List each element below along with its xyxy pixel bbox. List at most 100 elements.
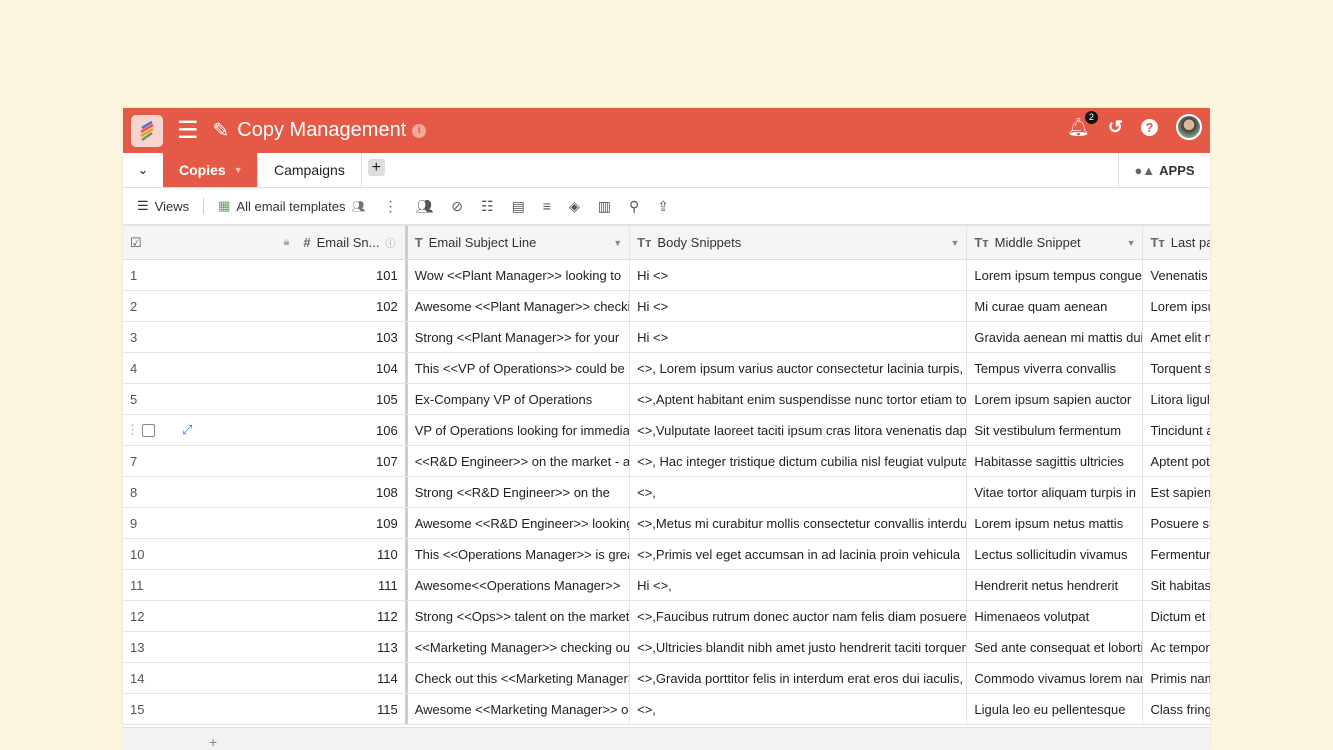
table-row[interactable]: 15 115 Awesome <<Marketing Manager>> on <>,…	[123, 694, 1210, 725]
row-details-icon[interactable]: ▤	[512, 198, 525, 215]
snippet-number-cell[interactable]: 114	[296, 663, 408, 693]
column-header-subject[interactable]: T Email Subject Line ▼	[408, 226, 631, 259]
subject-cell[interactable]: Awesome <<Plant Manager>> checking	[408, 291, 631, 321]
table-row[interactable]: 11 111 Awesome<<Operations Manager>> Hi <>,…	[123, 570, 1210, 601]
notifications-button[interactable]: 🔔︎ 2	[1067, 110, 1098, 138]
expand-row-icon[interactable]: ⤢	[182, 422, 192, 438]
hide-fields-icon[interactable]: ⊘	[451, 198, 463, 215]
table-row[interactable]: 8 108 Strong <<R&D Engineer>> on the <>, Vit…	[123, 477, 1210, 508]
last-cell[interactable]: Tincidunt a	[1143, 415, 1210, 445]
last-cell[interactable]: Class fringi	[1143, 694, 1210, 724]
tab-copies[interactable]: Copies ▼	[163, 153, 258, 187]
drag-handle-icon[interactable]: ⋮	[126, 422, 139, 438]
search-icon[interactable]: ⚲	[629, 198, 639, 215]
snippet-number-cell[interactable]: 113	[296, 632, 408, 662]
subject-cell[interactable]: This <<VP of Operations>> could be a	[408, 353, 631, 383]
row-checkbox[interactable]	[142, 423, 155, 437]
snippet-number-cell[interactable]: 105	[296, 384, 408, 414]
subject-cell[interactable]: Strong <<Plant Manager>> for your	[408, 322, 631, 352]
table-row[interactable]: 12 112 Strong <<Ops>> talent on the market…	[123, 601, 1210, 632]
table-row[interactable]: 3 103 Strong <<Plant Manager>> for your Hi …	[123, 322, 1210, 353]
middle-cell[interactable]: Himenaeos volutpat	[967, 601, 1144, 631]
last-cell[interactable]: Litora ligula	[1143, 384, 1210, 414]
body-cell[interactable]: <>,Faucibus rutrum donec auctor nam feli…	[630, 601, 968, 631]
subject-cell[interactable]: Wow <<Plant Manager>> looking to	[408, 260, 631, 290]
snippet-number-cell[interactable]: 112	[296, 601, 408, 631]
column-header-middle[interactable]: Tт Middle Snippet ▼	[967, 226, 1144, 259]
body-cell[interactable]: <>, Hac integer tristique dictum cubilia…	[630, 446, 968, 476]
subject-cell[interactable]: Ex-Company VP of Operations	[408, 384, 631, 414]
snippet-number-cell[interactable]: 102	[296, 291, 408, 321]
middle-cell[interactable]: Tempus viverra convallis	[967, 353, 1144, 383]
middle-cell[interactable]: Lectus sollicitudin vivamus	[967, 539, 1144, 569]
snippet-number-cell[interactable]: 111	[296, 570, 408, 600]
body-cell[interactable]: <>,	[630, 694, 968, 724]
last-cell[interactable]: Primis nam	[1143, 663, 1210, 693]
table-row[interactable]: ⋮ ⤢ 106 VP of Operations looking for immedi…	[123, 415, 1210, 446]
views-button[interactable]: ☰ Views	[137, 198, 189, 214]
middle-cell[interactable]: Vitae tortor aliquam turpis in	[967, 477, 1144, 507]
middle-cell[interactable]: Gravida aenean mi mattis duis	[967, 322, 1144, 352]
subject-cell[interactable]: This <<Operations Manager>> is great	[408, 539, 631, 569]
caret-down-icon[interactable]: ▼	[613, 238, 622, 248]
table-row[interactable]: 7 107 <<R&D Engineer>> on the market - are…	[123, 446, 1210, 477]
snippet-number-cell[interactable]: 108	[296, 477, 408, 507]
last-cell[interactable]: Torquent si	[1143, 353, 1210, 383]
middle-cell[interactable]: Habitasse sagittis ultricies	[967, 446, 1144, 476]
middle-cell[interactable]: Lorem ipsum netus mattis	[967, 508, 1144, 538]
table-row[interactable]: 5 105 Ex-Company VP of Operations <>,Aptent…	[123, 384, 1210, 415]
column-header-email-snippet[interactable]: # Email Sn... ⓘ	[296, 226, 408, 259]
help-icon[interactable]: ?	[1141, 118, 1158, 136]
last-cell[interactable]: Est sapien s	[1143, 477, 1210, 507]
column-header-body[interactable]: Tт Body Snippets ▼	[630, 226, 968, 259]
chevron-down-icon[interactable]: ⌄	[123, 153, 163, 187]
table-row[interactable]: 9 109 Awesome <<R&D Engineer>> looking to <…	[123, 508, 1210, 539]
share-people-icon[interactable]: 👥︎	[415, 198, 433, 215]
body-cell[interactable]: Hi <>,	[630, 570, 968, 600]
snippet-number-cell[interactable]: 101	[296, 260, 408, 290]
body-cell[interactable]: Hi <>	[630, 322, 968, 352]
info-icon[interactable]: i	[412, 123, 427, 138]
column-header-last[interactable]: Tт Last pa	[1143, 226, 1210, 259]
body-cell[interactable]: Hi <>	[630, 260, 968, 290]
last-cell[interactable]: Venenatis p	[1143, 260, 1210, 290]
snippet-number-cell[interactable]: 107	[296, 446, 408, 476]
subject-cell[interactable]: VP of Operations looking for immediate	[408, 415, 631, 445]
body-cell[interactable]: <>,Ultricies blandit nibh amet justo hen…	[630, 632, 968, 662]
menu-icon[interactable]: ☰	[177, 116, 199, 145]
body-cell[interactable]: <>,Primis vel eget accumsan in ad lacini…	[630, 539, 968, 569]
color-fill-icon[interactable]: ◈	[569, 198, 580, 215]
row-height-icon[interactable]: ▥	[598, 198, 611, 215]
body-cell[interactable]: Hi <>	[630, 291, 968, 321]
subject-cell[interactable]: Awesome<<Operations Manager>>	[408, 570, 631, 600]
middle-cell[interactable]: Lorem ipsum tempus congue	[967, 260, 1144, 290]
apps-button[interactable]: ●▲ APPS	[1118, 153, 1210, 187]
more-options-icon[interactable]: ⋮	[383, 198, 397, 215]
table-row[interactable]: 13 113 <<Marketing Manager>> checking out <…	[123, 632, 1210, 663]
middle-cell[interactable]: Sit vestibulum fermentum	[967, 415, 1144, 445]
middle-cell[interactable]: Ligula leo eu pellentesque	[967, 694, 1144, 724]
body-cell[interactable]: <>,Vulputate laoreet taciti ipsum cras l…	[630, 415, 968, 445]
snippet-number-cell[interactable]: 106	[296, 415, 408, 445]
edit-icon[interactable]: ✎	[213, 118, 230, 143]
snippet-number-cell[interactable]: 115	[296, 694, 408, 724]
snippet-number-cell[interactable]: 109	[296, 508, 408, 538]
history-icon[interactable]: ↺	[1108, 117, 1123, 138]
table-row[interactable]: 2 102 Awesome <<Plant Manager>> checking Hi…	[123, 291, 1210, 322]
tab-campaigns[interactable]: Campaigns	[258, 153, 362, 187]
filter-icon[interactable]: ≡	[543, 198, 551, 214]
body-cell[interactable]: <>, Lorem ipsum varius auctor consectetu…	[630, 353, 968, 383]
select-all-checkbox[interactable]: ☑	[130, 235, 142, 251]
caret-down-icon[interactable]: ▼	[1127, 238, 1136, 248]
caret-down-icon[interactable]: ▼	[234, 165, 243, 175]
table-row[interactable]: 4 104 This <<VP of Operations>> could be a…	[123, 353, 1210, 384]
body-cell[interactable]: <>,	[630, 477, 968, 507]
table-row[interactable]: 1 101 Wow <<Plant Manager>> looking to Hi <…	[123, 260, 1210, 291]
avatar[interactable]	[1176, 114, 1202, 140]
last-cell[interactable]: Amet elit ne	[1143, 322, 1210, 352]
body-cell[interactable]: <>,Gravida porttitor felis in interdum e…	[630, 663, 968, 693]
subject-cell[interactable]: Awesome <<Marketing Manager>> on	[408, 694, 631, 724]
subject-cell[interactable]: <<R&D Engineer>> on the market - are	[408, 446, 631, 476]
caret-down-icon[interactable]: ▼	[950, 238, 959, 248]
settings-sliders-icon[interactable]: ☷	[481, 198, 494, 215]
